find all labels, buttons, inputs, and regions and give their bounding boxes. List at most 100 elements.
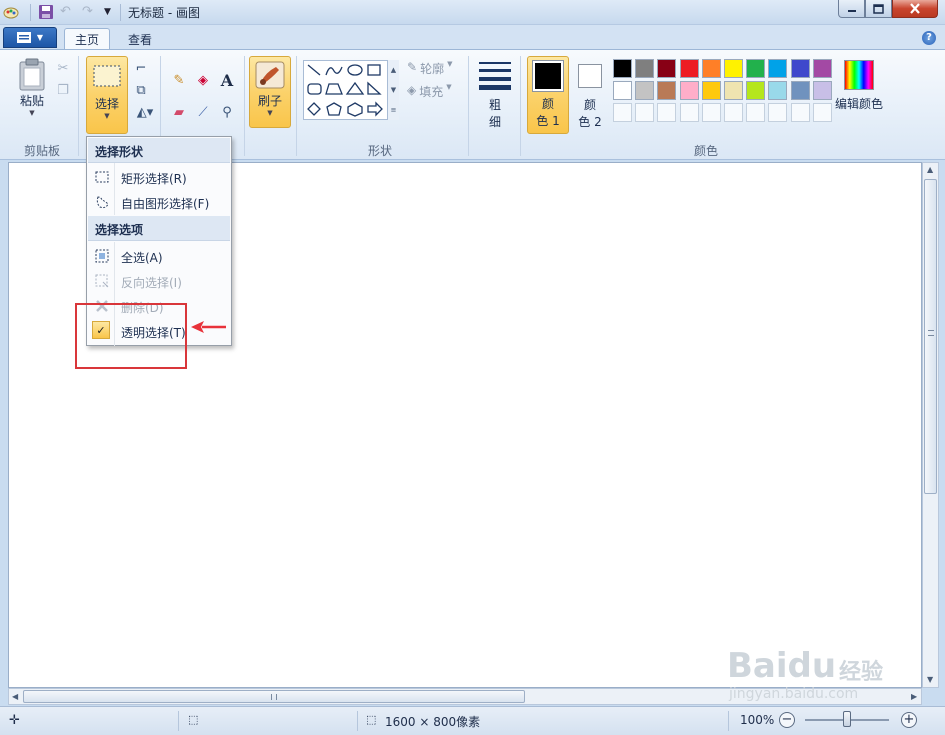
chevron-down-icon: ▼ [29, 109, 35, 117]
pencil-icon[interactable]: ✎ [170, 71, 188, 89]
color-swatch[interactable] [746, 59, 766, 78]
color-swatch[interactable] [679, 59, 699, 78]
custom-color-slot[interactable] [679, 103, 699, 123]
custom-color-slot[interactable] [613, 103, 632, 123]
zoom-in-button[interactable]: + [901, 712, 917, 728]
horizontal-scroll-thumb[interactable] [23, 690, 525, 703]
magnifier-icon[interactable]: ⚲ [218, 103, 236, 121]
clipboard-group-label: 剪贴板 [23, 144, 60, 158]
minimize-button[interactable] [838, 0, 865, 18]
color-swatch[interactable] [657, 59, 677, 78]
color-swatch[interactable] [746, 81, 766, 101]
vertical-scrollbar[interactable]: ▲ ▼ [922, 162, 939, 688]
color-swatch[interactable] [657, 81, 677, 101]
zoom-out-button[interactable]: − [779, 712, 795, 728]
application-menu-button[interactable]: ▼ [3, 27, 57, 48]
shapes-gallery-scroll[interactable]: ▲ ▼ ≡ [387, 60, 399, 120]
custom-color-slot[interactable] [657, 103, 677, 123]
status-bar: ✛ ⬚ ⬚ 1600 × 800像素 100% − + [0, 706, 945, 735]
color2-button[interactable]: 颜 色 2 [573, 60, 607, 130]
copy-icon[interactable]: ❐ [54, 81, 72, 99]
maximize-button[interactable] [865, 0, 892, 18]
grip-icon [271, 694, 277, 700]
crop-icon[interactable]: ⌐ [132, 59, 150, 77]
text-tool-icon[interactable]: A [218, 71, 236, 90]
color-picker-icon[interactable]: ⟋ [194, 103, 212, 121]
color-swatch[interactable] [701, 81, 721, 101]
scroll-up-icon[interactable]: ▲ [391, 66, 396, 74]
scroll-left-icon[interactable]: ◀ [12, 692, 18, 701]
chevron-down-icon: ▼ [104, 112, 110, 120]
custom-color-slot[interactable] [790, 103, 810, 123]
menu-item-free-form-select[interactable]: 自由图形选择(F) [88, 189, 230, 214]
brushes-button[interactable]: 刷子 ▼ [249, 56, 291, 128]
custom-color-slot[interactable] [746, 103, 766, 123]
color-swatch[interactable] [768, 59, 788, 78]
select-button[interactable]: 选择 ▼ [86, 56, 128, 134]
color-spectrum-icon [844, 60, 874, 90]
chevron-down-icon: ▼ [267, 109, 273, 117]
watermark-url: jingyan.baidu.com [729, 686, 859, 702]
color-swatch[interactable] [613, 81, 632, 101]
outline-button[interactable]: ✎ 轮廓 ▼ [407, 60, 452, 77]
color-swatch[interactable] [724, 81, 743, 101]
color-swatch[interactable] [701, 59, 721, 78]
tab-home[interactable]: 主页 [64, 28, 110, 50]
cursor-position-icon: ✛ [9, 713, 20, 728]
color2-swatch [578, 64, 602, 88]
undo-icon[interactable]: ↶ [60, 4, 76, 20]
color-swatch[interactable] [724, 59, 743, 78]
rotate-icon[interactable]: ◭▾ [132, 103, 158, 121]
quick-access-dropdown-icon[interactable]: ▼ [104, 4, 120, 20]
cut-icon[interactable]: ✂ [54, 59, 72, 77]
tab-view[interactable]: 查看 [118, 28, 162, 50]
custom-color-slot[interactable] [812, 103, 832, 123]
resize-icon[interactable]: ⧉ [132, 81, 150, 99]
scroll-up-icon[interactable]: ▲ [927, 165, 933, 174]
fill-button[interactable]: ◈ 填充 ▼ [407, 83, 452, 100]
chevron-down-icon: ▼ [36, 33, 44, 42]
redo-icon[interactable]: ↷ [82, 4, 98, 20]
rectangle-select-icon [93, 65, 121, 87]
color-swatch[interactable] [613, 59, 632, 78]
scroll-down-icon[interactable]: ▼ [391, 86, 396, 94]
fill-bucket-icon[interactable]: ◈ [194, 71, 212, 89]
size-button[interactable]: 粗 细 [476, 60, 514, 130]
color-swatch[interactable] [635, 59, 655, 78]
custom-color-slot[interactable] [724, 103, 743, 123]
shapes-gallery[interactable] [303, 60, 399, 120]
close-icon [910, 3, 920, 14]
custom-color-slot[interactable] [768, 103, 788, 123]
color-swatch[interactable] [768, 81, 788, 101]
separator [178, 711, 179, 731]
color1-button[interactable]: 颜 色 1 [527, 56, 569, 134]
eraser-icon[interactable]: ▰ [170, 103, 188, 121]
title-bar: ↶ ↷ ▼ 无标题 - 画图 [0, 0, 945, 25]
help-icon[interactable]: ? [922, 31, 936, 45]
menu-item-rectangle-select[interactable]: 矩形选择(R) [88, 164, 230, 189]
color-swatch[interactable] [790, 59, 810, 78]
edit-colors-button[interactable]: 编辑颜色 [834, 60, 884, 112]
paint-app-icon[interactable] [3, 4, 19, 20]
color1-label-top: 颜 [541, 97, 554, 111]
color-swatch[interactable] [812, 81, 832, 101]
close-button[interactable] [892, 0, 938, 18]
expand-gallery-icon[interactable]: ≡ [391, 106, 397, 114]
menu-item-select-all[interactable]: 全选(A) [88, 243, 230, 268]
vertical-scroll-thumb[interactable] [924, 179, 937, 494]
custom-color-slot[interactable] [701, 103, 721, 123]
color2-label-bottom: 色 2 [578, 115, 602, 129]
save-icon[interactable] [38, 4, 54, 20]
scroll-right-icon[interactable]: ▶ [911, 692, 917, 701]
color-swatch[interactable] [635, 81, 655, 101]
chevron-down-icon: ▼ [446, 83, 452, 91]
paste-button[interactable]: 粘贴 ▼ [14, 58, 50, 117]
scroll-down-icon[interactable]: ▼ [927, 675, 933, 684]
color-swatch[interactable] [679, 81, 699, 101]
color-swatch[interactable] [790, 81, 810, 101]
zoom-slider-thumb[interactable] [843, 711, 851, 727]
brush-icon [255, 61, 285, 89]
rectangle-select-icon [94, 169, 109, 184]
color-swatch[interactable] [812, 59, 832, 78]
custom-color-slot[interactable] [635, 103, 655, 123]
